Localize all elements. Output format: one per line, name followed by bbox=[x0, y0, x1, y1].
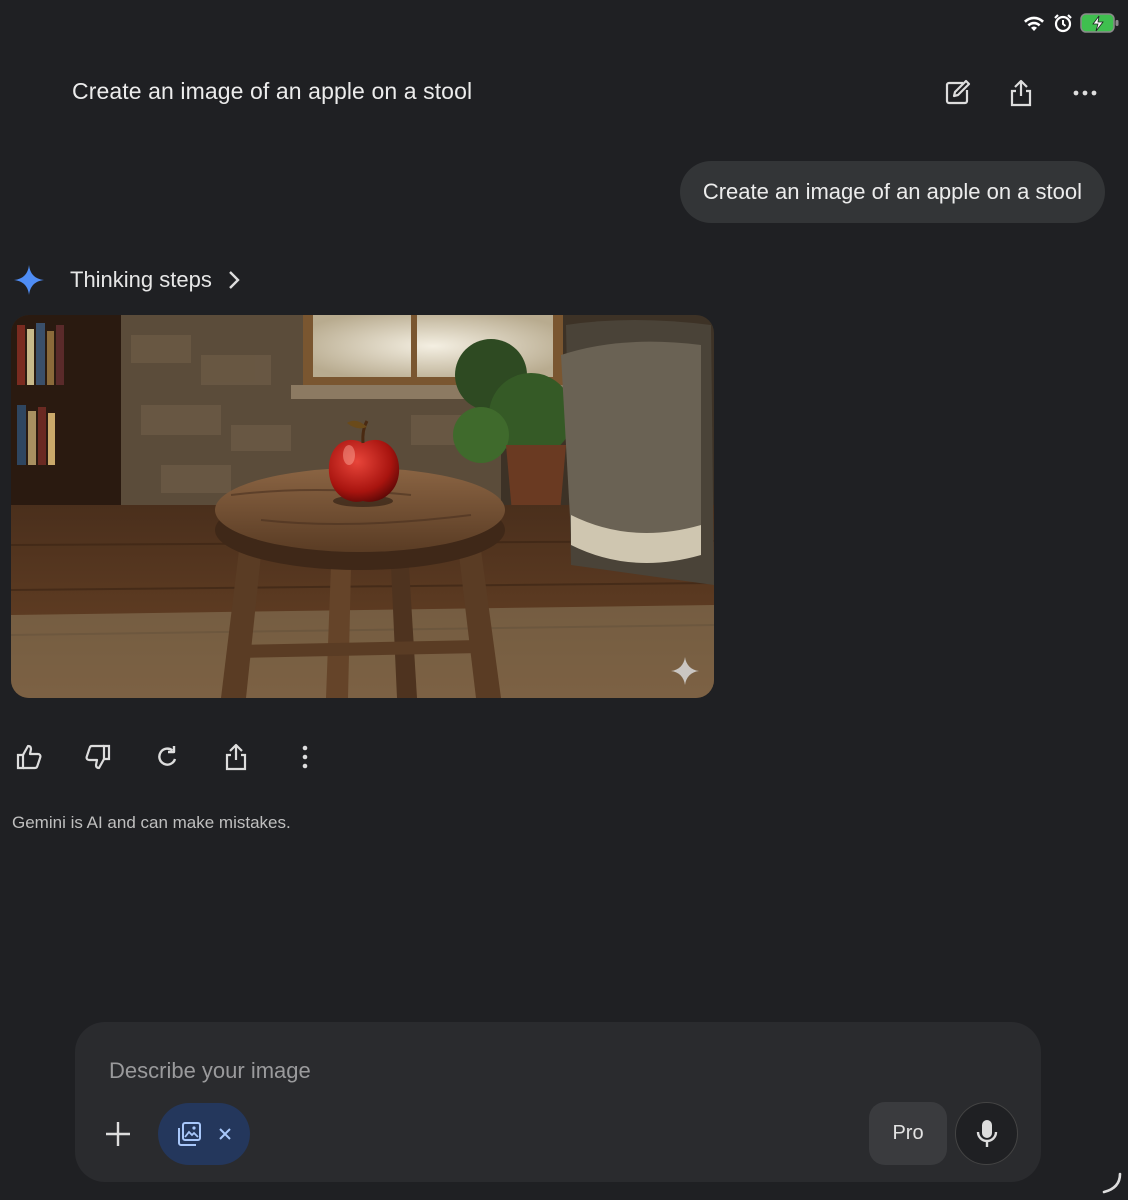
share-icon bbox=[1010, 79, 1032, 107]
image-tool-chip[interactable] bbox=[158, 1103, 250, 1165]
generated-image[interactable] bbox=[11, 315, 714, 698]
response-actions bbox=[6, 734, 328, 780]
response-more-button[interactable] bbox=[282, 734, 328, 780]
share-conversation-button[interactable] bbox=[998, 70, 1044, 116]
user-message-text: Create an image of an apple on a stool bbox=[702, 179, 1082, 204]
gemini-spark-icon bbox=[14, 265, 44, 295]
wifi-icon bbox=[1022, 13, 1046, 33]
close-icon[interactable] bbox=[217, 1126, 233, 1142]
prompt-input[interactable] bbox=[109, 1054, 809, 1088]
header-actions bbox=[934, 70, 1108, 116]
conversation-header: Create an image of an apple on a stool bbox=[0, 62, 1128, 124]
more-options-button[interactable] bbox=[1062, 70, 1108, 116]
voice-input-button[interactable] bbox=[955, 1102, 1018, 1165]
model-selector-button[interactable]: Pro bbox=[869, 1102, 947, 1165]
edit-button[interactable] bbox=[934, 70, 980, 116]
regenerate-button[interactable] bbox=[144, 734, 190, 780]
prompt-composer: Pro bbox=[75, 1022, 1041, 1182]
share-response-button[interactable] bbox=[213, 734, 259, 780]
status-bar bbox=[1022, 10, 1120, 36]
thumb-down-button[interactable] bbox=[75, 734, 121, 780]
regenerate-icon bbox=[158, 746, 177, 766]
share-icon bbox=[225, 743, 247, 771]
chevron-right-icon bbox=[229, 271, 240, 289]
thumb-up-icon bbox=[16, 744, 42, 770]
add-attachment-button[interactable] bbox=[95, 1111, 141, 1157]
more-vertical-icon bbox=[302, 745, 308, 769]
thinking-steps-label: Thinking steps bbox=[70, 267, 212, 292]
more-horizontal-icon bbox=[1073, 90, 1097, 96]
resize-handle-icon bbox=[1102, 1172, 1122, 1194]
edit-icon bbox=[945, 79, 971, 105]
mic-icon bbox=[976, 1119, 997, 1147]
thumb-up-button[interactable] bbox=[6, 734, 52, 780]
thumb-down-icon bbox=[85, 744, 111, 770]
battery-charging-icon bbox=[1080, 12, 1120, 34]
image-create-icon bbox=[178, 1122, 201, 1146]
user-message: Create an image of an apple on a stool bbox=[679, 161, 1105, 223]
alarm-icon bbox=[1052, 12, 1074, 34]
thinking-steps-toggle[interactable]: Thinking steps bbox=[12, 258, 242, 302]
conversation-title: Create an image of an apple on a stool bbox=[72, 78, 473, 104]
ai-disclaimer: Gemini is AI and can make mistakes. bbox=[12, 813, 291, 832]
plus-icon bbox=[106, 1122, 130, 1146]
